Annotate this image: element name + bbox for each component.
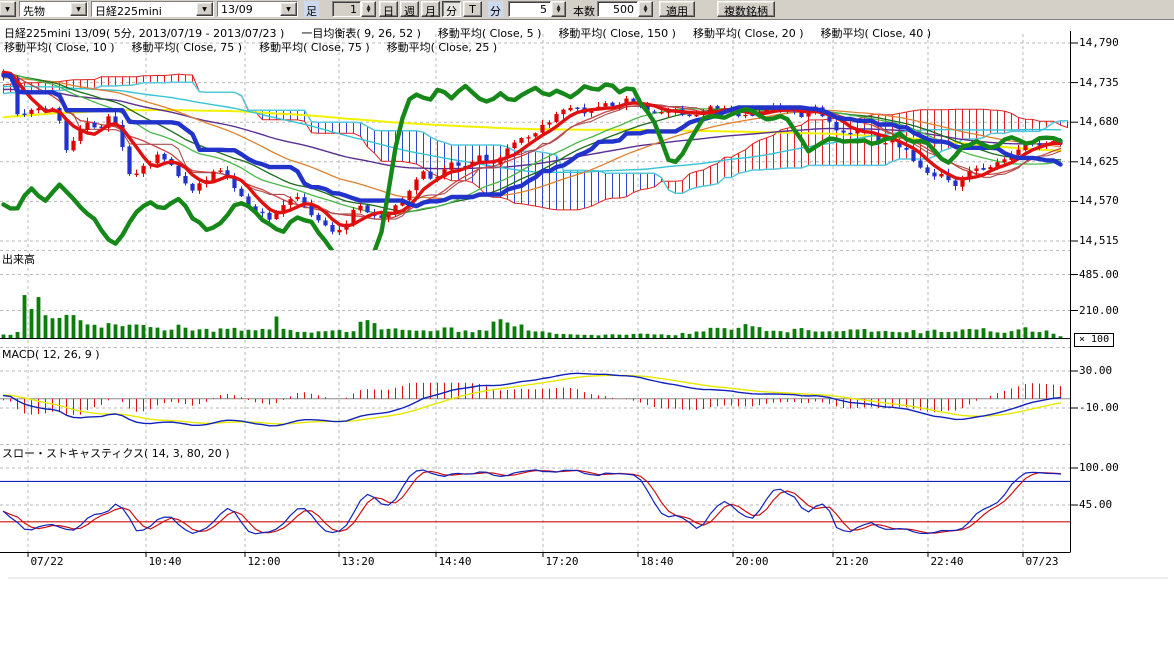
time-tick-label: 22:40 bbox=[924, 555, 970, 568]
trading-chart-window: ▼ 先物 ▼ 日経225mini ▼ 13/09 ▼ 足 1 ▲▼ 日 週 月 … bbox=[0, 0, 1174, 672]
price-tick-label: 14,680 bbox=[1079, 115, 1119, 128]
time-tick-label: 10:40 bbox=[142, 555, 188, 568]
macd-tick-label: -10.00 bbox=[1079, 401, 1119, 414]
legend-item: 移動平均( Close, 20 ) bbox=[693, 25, 804, 41]
volume-multiplier-badge: × 100 bbox=[1074, 333, 1114, 347]
time-tick-label: 07/23 bbox=[1019, 555, 1065, 568]
legend-item: 移動平均( Close, 75 ) bbox=[132, 39, 243, 55]
legend-item: 移動平均( Close, 150 ) bbox=[558, 25, 676, 41]
stoch-tick-label: 100.00 bbox=[1079, 461, 1119, 474]
macd-panel-label: MACD( 12, 26, 9 ) bbox=[2, 348, 100, 361]
macd-tick-label: 30.00 bbox=[1079, 364, 1112, 377]
legend-item: 移動平均( Close, 10 ) bbox=[4, 39, 115, 55]
stoch-tick-label: 45.00 bbox=[1079, 498, 1112, 511]
time-tick-label: 18:40 bbox=[634, 555, 680, 568]
time-tick-label: 14:40 bbox=[432, 555, 478, 568]
price-tick-label: 14,790 bbox=[1079, 36, 1119, 49]
volume-panel-label: 出来高 bbox=[2, 251, 35, 267]
time-tick-label: 12:00 bbox=[241, 555, 287, 568]
chart-legend-line2: 移動平均( Close, 10 ) 移動平均( Close, 75 ) 移動平均( … bbox=[4, 39, 514, 55]
time-tick-label: 21:20 bbox=[829, 555, 875, 568]
price-tick-label: 14,735 bbox=[1079, 76, 1119, 89]
time-tick-label: 20:00 bbox=[729, 555, 775, 568]
volume-tick-label: 210.00 bbox=[1079, 304, 1119, 317]
volume-tick-label: 485.00 bbox=[1079, 268, 1119, 281]
chart-canvas[interactable] bbox=[0, 0, 1174, 672]
legend-item: 移動平均( Close, 75 ) bbox=[259, 39, 370, 55]
price-tick-label: 14,515 bbox=[1079, 234, 1119, 247]
price-tick-label: 14,570 bbox=[1079, 194, 1119, 207]
legend-item: 移動平均( Close, 25 ) bbox=[387, 39, 498, 55]
time-tick-label: 07/22 bbox=[24, 555, 70, 568]
price-tick-label: 14,625 bbox=[1079, 155, 1119, 168]
time-tick-label: 17:20 bbox=[539, 555, 585, 568]
legend-item: 移動平均( Close, 40 ) bbox=[821, 25, 932, 41]
stochastics-panel-label: スロー・ストキャスティクス( 14, 3, 80, 20 ) bbox=[2, 445, 230, 461]
time-tick-label: 13:20 bbox=[335, 555, 381, 568]
